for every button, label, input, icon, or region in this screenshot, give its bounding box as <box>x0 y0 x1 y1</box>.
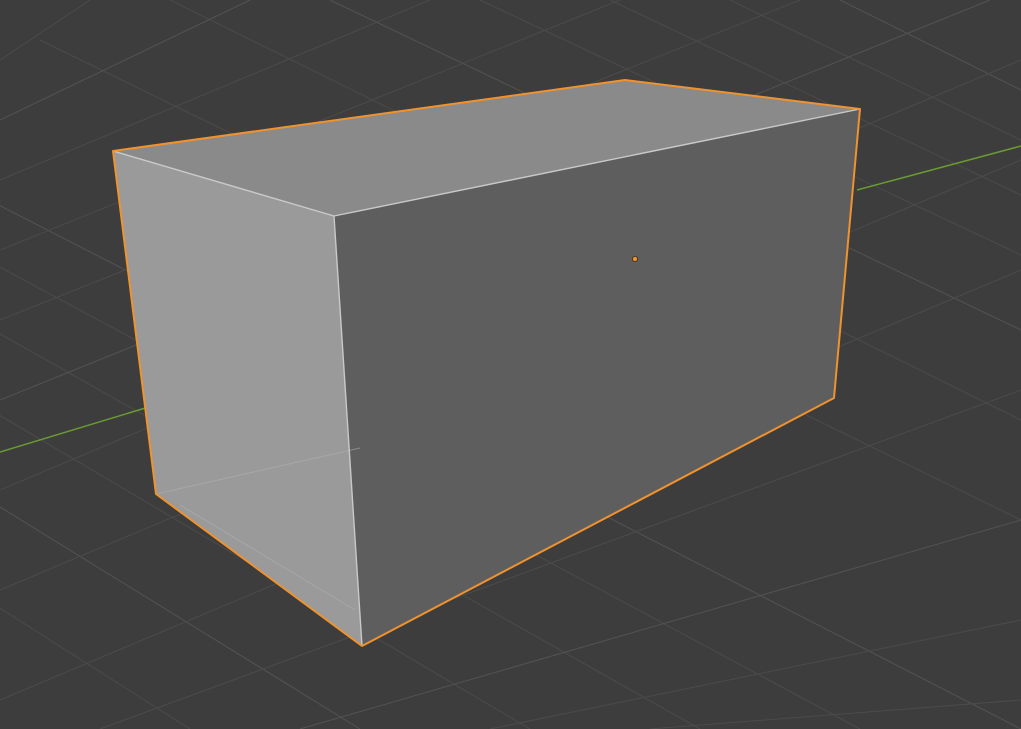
grid-line <box>489 619 1021 729</box>
grid-line <box>0 607 191 729</box>
3d-viewport[interactable] <box>0 0 1021 729</box>
object-origin-point[interactable] <box>632 255 639 262</box>
grid-line <box>0 0 251 121</box>
selected-box-object[interactable] <box>112 79 861 647</box>
box-face-left[interactable] <box>113 151 362 646</box>
viewport-canvas[interactable] <box>0 0 1021 729</box>
grid-line <box>0 0 91 61</box>
grid-line <box>839 0 1021 91</box>
grid-line <box>649 699 1021 729</box>
